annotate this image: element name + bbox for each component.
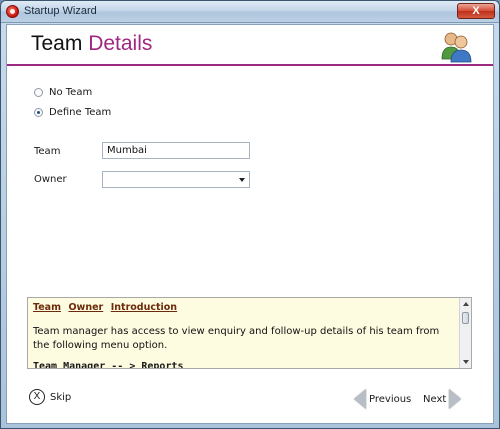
page-header: Team Details xyxy=(7,25,493,68)
team-label: Team xyxy=(34,146,61,157)
scroll-thumb[interactable] xyxy=(462,312,469,324)
next-button[interactable]: Next xyxy=(423,389,462,409)
info-panel: Team Owner Introduction Team manager has… xyxy=(27,297,472,369)
chevron-down-icon[interactable] xyxy=(239,178,245,182)
info-links: Team Owner Introduction xyxy=(33,300,455,313)
app-icon xyxy=(6,5,19,18)
next-label: Next xyxy=(423,393,447,405)
arrow-left-icon xyxy=(354,389,366,409)
radio-button-selected[interactable] xyxy=(34,108,43,117)
page-title-part2: Details xyxy=(88,32,153,55)
owner-dropdown[interactable] xyxy=(102,171,250,188)
info-link-owner[interactable]: Owner xyxy=(68,302,103,313)
owner-label: Owner xyxy=(34,174,67,185)
title-bar[interactable]: Startup Wizard X xyxy=(1,1,499,23)
team-input[interactable]: Mumbai xyxy=(102,142,250,159)
radio-no-team[interactable]: No Team xyxy=(34,87,92,98)
users-icon xyxy=(441,32,472,63)
window-title: Startup Wizard xyxy=(24,5,97,17)
skip-button[interactable]: X Skip xyxy=(29,389,71,405)
info-content: Team Owner Introduction Team manager has… xyxy=(33,300,455,369)
arrow-right-icon xyxy=(449,389,462,409)
radio-label: Define Team xyxy=(49,107,112,118)
radio-label: No Team xyxy=(49,87,93,98)
header-divider xyxy=(7,64,493,66)
skip-circle-x-icon: X xyxy=(29,389,45,405)
info-menu-path: Team Manager -- > Reports xyxy=(33,361,184,369)
radio-button[interactable] xyxy=(34,88,43,97)
page-title: Team Details xyxy=(31,32,152,56)
scroll-down-icon[interactable] xyxy=(463,360,469,364)
previous-label: Previous xyxy=(369,393,412,405)
info-scrollbar[interactable] xyxy=(459,298,471,368)
scroll-up-icon[interactable] xyxy=(463,302,469,306)
close-button[interactable]: X xyxy=(457,3,495,19)
skip-label: Skip xyxy=(50,391,72,403)
wizard-content: Team Details No Team Define Team Team Mu… xyxy=(6,24,494,424)
startup-wizard-window: Startup Wizard X Team Details No Team De… xyxy=(0,0,500,429)
radio-define-team[interactable]: Define Team xyxy=(34,107,111,118)
info-link-team[interactable]: Team xyxy=(33,302,61,313)
previous-button[interactable]: Previous xyxy=(354,389,411,409)
info-link-introduction[interactable]: Introduction xyxy=(111,302,177,313)
page-title-part1: Team xyxy=(31,32,83,55)
info-body-text: Team manager has access to view enquiry … xyxy=(33,326,440,351)
